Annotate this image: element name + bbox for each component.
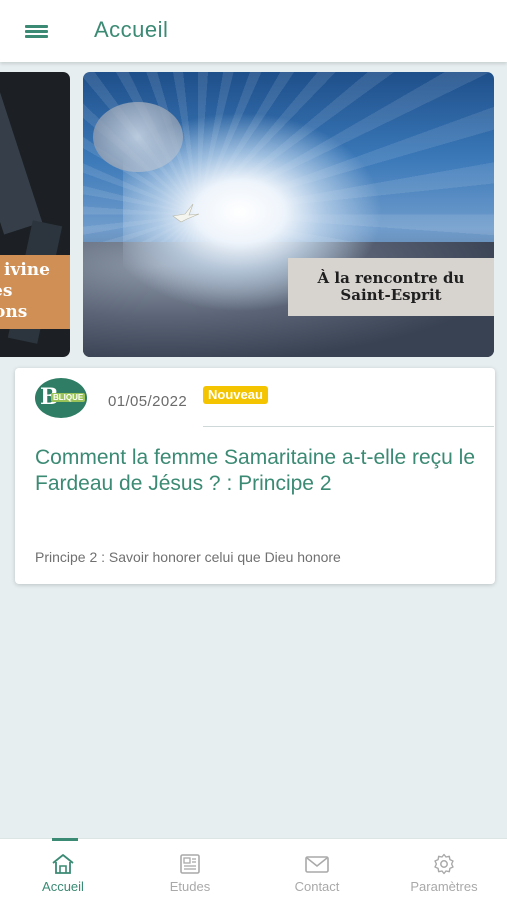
banner-line: ivine: [4, 260, 50, 280]
slide-banner: ivine es ons: [0, 255, 70, 329]
caption-line: Saint-Esprit: [340, 286, 442, 304]
carousel-slide-previous[interactable]: ivine es ons: [0, 72, 70, 357]
tab-etudes[interactable]: Etudes: [127, 839, 253, 900]
mail-icon: [305, 856, 329, 873]
menu-icon[interactable]: [22, 19, 52, 43]
tab-parametres[interactable]: Paramètres: [381, 839, 507, 900]
newspaper-icon: [180, 854, 200, 874]
tab-accueil[interactable]: Accueil: [0, 839, 126, 900]
article-card[interactable]: B BLIQUE 01/05/2022 Nouveau Comment la f…: [15, 368, 495, 584]
article-date: 01/05/2022: [108, 393, 188, 410]
avatar: B BLIQUE: [35, 378, 87, 418]
gear-icon: [434, 853, 454, 875]
tab-label: Contact: [294, 879, 340, 894]
page-title: Accueil: [94, 17, 169, 42]
avatar-tag: BLIQUE: [51, 393, 86, 402]
carousel-slide-current[interactable]: À la rencontre du Saint-Esprit: [83, 72, 494, 357]
banner-line: es: [0, 281, 13, 301]
article-subtitle: Principe 2 : Savoir honorer celui que Di…: [35, 549, 341, 565]
divider: [203, 426, 494, 427]
slide-caption: À la rencontre du Saint-Esprit: [288, 258, 494, 316]
tab-label: Etudes: [169, 879, 211, 894]
tab-label: Paramètres: [410, 879, 478, 894]
new-badge: Nouveau: [203, 386, 268, 404]
dove-icon: [172, 203, 200, 223]
tab-contact[interactable]: Contact: [254, 839, 380, 900]
home-icon: [52, 854, 74, 874]
app-bar: Accueil: [0, 0, 507, 62]
banner-line: ons: [0, 302, 28, 322]
tab-label: Accueil: [42, 879, 84, 894]
caption-line: À la rencontre du: [317, 269, 465, 287]
bottom-navigation: Accueil Etudes Contact Paramètres: [0, 838, 507, 900]
article-title[interactable]: Comment la femme Samaritaine a-t-elle re…: [35, 445, 475, 497]
